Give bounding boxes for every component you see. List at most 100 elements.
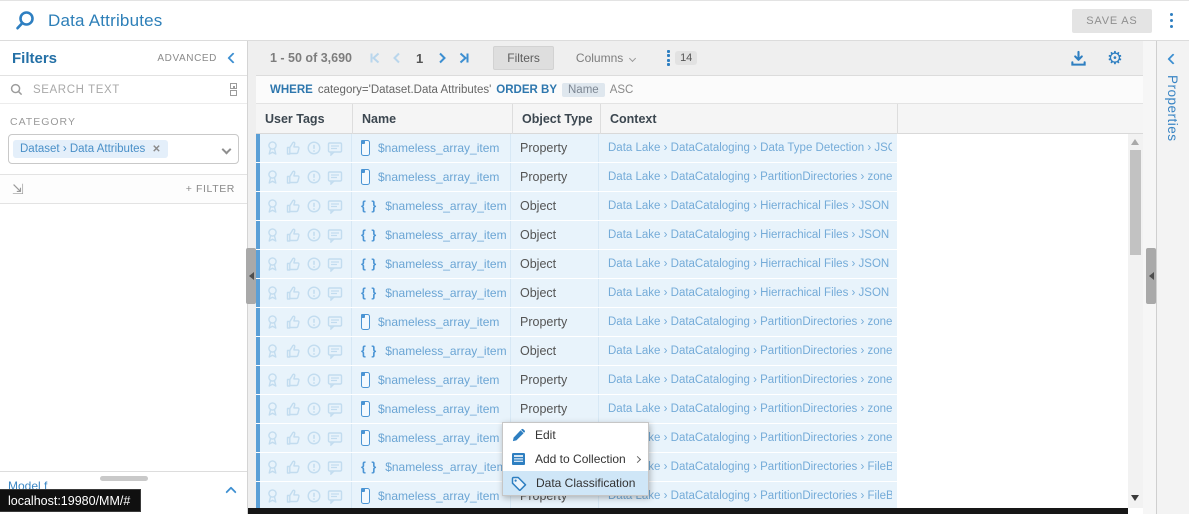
thumbs-up-icon[interactable]	[285, 140, 301, 156]
thumbs-up-icon[interactable]	[285, 227, 301, 243]
comment-icon[interactable]	[327, 344, 343, 359]
table-row[interactable]: { } $nameless_array_item ObjectData Lake ›…	[256, 250, 897, 278]
table-row[interactable]: { } $nameless_array_item ObjectData Lake ›…	[256, 337, 897, 365]
context-cell[interactable]: Data Lake › DataCataloging › PartitionDi…	[599, 163, 892, 191]
award-icon[interactable]	[265, 169, 280, 185]
thumbs-up-icon[interactable]	[285, 285, 301, 301]
alert-icon[interactable]	[306, 314, 322, 330]
table-row[interactable]: { } $nameless_array_item ObjectData Lake ›…	[256, 221, 897, 249]
alert-icon[interactable]	[306, 198, 322, 214]
award-icon[interactable]	[265, 488, 280, 504]
order-field-chip[interactable]: Name	[562, 82, 605, 97]
alert-icon[interactable]	[306, 285, 322, 301]
thumbs-up-icon[interactable]	[285, 488, 301, 504]
asset-name-link[interactable]: $nameless_array_item	[378, 373, 499, 387]
award-icon[interactable]	[265, 140, 280, 156]
collapse-bottom-icon[interactable]	[225, 486, 237, 498]
column-header-user-tags[interactable]: User Tags	[256, 104, 352, 134]
comment-icon[interactable]	[327, 170, 343, 185]
comment-icon[interactable]	[327, 286, 343, 301]
thumbs-up-icon[interactable]	[285, 198, 301, 214]
alert-icon[interactable]	[306, 169, 322, 185]
award-icon[interactable]	[265, 430, 280, 446]
comment-icon[interactable]	[327, 402, 343, 417]
award-icon[interactable]	[265, 256, 280, 272]
gear-icon[interactable]: ⚙	[1107, 49, 1123, 67]
collapse-filters-icon[interactable]	[227, 52, 239, 64]
context-cell[interactable]: Data Lake › DataCataloging › PartitionDi…	[599, 308, 892, 336]
alert-icon[interactable]	[306, 430, 322, 446]
asset-name-link[interactable]: $nameless_array_item	[378, 315, 499, 329]
advanced-link[interactable]: ADVANCED	[157, 53, 217, 64]
context-cell[interactable]: Data Lake › DataCataloging › PartitionDi…	[599, 337, 892, 365]
column-header-object-type[interactable]: Object Type	[512, 104, 600, 134]
last-page-icon[interactable]	[457, 51, 471, 65]
comment-icon[interactable]	[327, 315, 343, 330]
comment-icon[interactable]	[327, 257, 343, 272]
menu-item-edit[interactable]: Edit	[503, 423, 648, 447]
thumbs-up-icon[interactable]	[285, 343, 301, 359]
award-icon[interactable]	[265, 401, 280, 417]
award-icon[interactable]	[265, 459, 280, 475]
asset-name-link[interactable]: $nameless_array_item	[385, 257, 506, 271]
search-text-input[interactable]	[31, 82, 230, 97]
context-cell[interactable]: Data Lake › DataCataloging › PartitionDi…	[599, 366, 892, 394]
context-cell[interactable]: Data Lake › DataCataloging › Hierrachica…	[599, 221, 892, 249]
asset-name-link[interactable]: $nameless_array_item	[385, 286, 506, 300]
right-splitter-handle[interactable]	[1146, 248, 1156, 304]
comment-icon[interactable]	[327, 199, 343, 214]
add-filter-button[interactable]: + FILTER	[186, 183, 235, 195]
expand-corner-icon[interactable]: ⇲	[12, 182, 24, 196]
alert-icon[interactable]	[306, 459, 322, 475]
filters-toggle-button[interactable]: Filters	[493, 46, 554, 70]
award-icon[interactable]	[265, 198, 280, 214]
asset-name-link[interactable]: $nameless_array_item	[378, 141, 499, 155]
scrollbar-thumb[interactable]	[1130, 150, 1141, 255]
award-icon[interactable]	[265, 285, 280, 301]
context-cell[interactable]: Data Lake › DataCataloging › Hierrachica…	[599, 279, 892, 307]
kebab-menu-icon[interactable]	[1166, 11, 1178, 31]
table-row[interactable]: $nameless_array_item PropertyData Lake › …	[256, 134, 897, 162]
download-icon[interactable]	[1070, 50, 1087, 67]
alert-icon[interactable]	[306, 488, 322, 504]
thumbs-up-icon[interactable]	[285, 169, 301, 185]
award-icon[interactable]	[265, 343, 280, 359]
context-cell[interactable]: Data Lake › DataCataloging › Hierrachica…	[599, 192, 892, 220]
alert-icon[interactable]	[306, 401, 322, 417]
context-cell[interactable]: Data Lake › DataCataloging › Hierrachica…	[599, 250, 892, 278]
horizontal-scrollbar-thumb[interactable]	[100, 476, 148, 481]
column-header-context[interactable]: Context	[600, 104, 897, 134]
alert-icon[interactable]	[306, 227, 322, 243]
menu-item-add-to-collection[interactable]: Add to Collection	[503, 447, 648, 471]
columns-dropdown[interactable]: Columns	[570, 47, 641, 69]
next-page-icon[interactable]	[435, 51, 449, 65]
alert-icon[interactable]	[306, 140, 322, 156]
thumbs-up-icon[interactable]	[285, 401, 301, 417]
asset-name-link[interactable]: $nameless_array_item	[385, 228, 506, 242]
comment-icon[interactable]	[327, 460, 343, 475]
alert-icon[interactable]	[306, 256, 322, 272]
comment-icon[interactable]	[327, 373, 343, 388]
alert-icon[interactable]	[306, 343, 322, 359]
comment-icon[interactable]	[327, 228, 343, 243]
table-row[interactable]: { } $nameless_array_item ObjectData Lake ›…	[256, 279, 897, 307]
category-chip[interactable]: Dataset › Data Attributes ✕	[13, 140, 168, 158]
award-icon[interactable]	[265, 227, 280, 243]
vertical-scrollbar[interactable]	[1128, 134, 1143, 508]
asset-name-link[interactable]: $nameless_array_item	[378, 170, 499, 184]
column-header-name[interactable]: Name	[352, 104, 512, 134]
table-row[interactable]: $nameless_array_item PropertyData Lake › …	[256, 366, 897, 394]
left-splitter-handle[interactable]	[246, 248, 256, 304]
table-row[interactable]: { } $nameless_array_item ObjectData Lake ›…	[256, 192, 897, 220]
menu-item-data-classification[interactable]: Data Classification	[503, 471, 648, 495]
expand-properties-icon[interactable]	[1167, 53, 1179, 65]
comment-icon[interactable]	[327, 489, 343, 504]
asset-name-link[interactable]: $nameless_array_item	[378, 431, 499, 445]
chip-close-icon[interactable]: ✕	[152, 144, 160, 155]
asset-name-link[interactable]: $nameless_array_item	[385, 460, 506, 474]
prev-page-icon[interactable]	[390, 51, 404, 65]
asset-name-link[interactable]: $nameless_array_item	[385, 199, 506, 213]
selection-menu[interactable]: 14	[667, 50, 698, 66]
category-select[interactable]: Dataset › Data Attributes ✕	[8, 134, 239, 164]
properties-tab[interactable]: Properties	[1165, 75, 1180, 142]
